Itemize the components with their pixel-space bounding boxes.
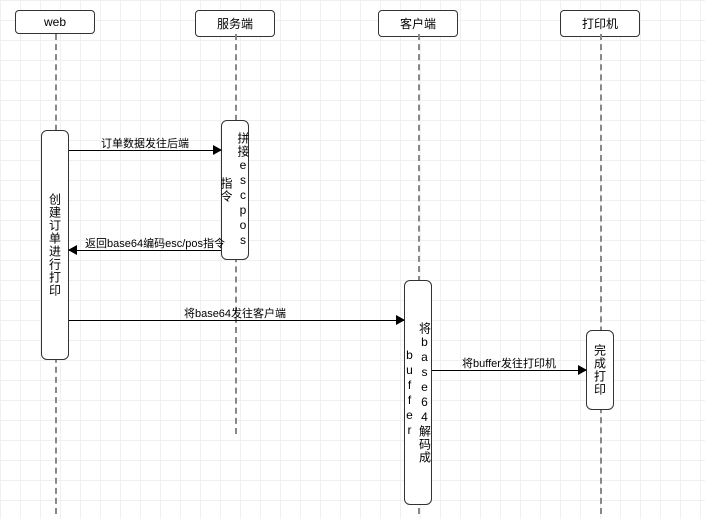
participant-client: 客户端 bbox=[378, 10, 458, 37]
activation-web: 创建订单进行打印 bbox=[41, 130, 69, 360]
message-label: 将buffer发往打印机 bbox=[462, 355, 556, 371]
participant-printer: 打印机 bbox=[560, 10, 640, 37]
lifeline-printer bbox=[600, 34, 602, 514]
activation-server: 拼接escpos指令 bbox=[221, 120, 249, 260]
message-label: 返回base64编码esc/pos指令 bbox=[85, 235, 225, 251]
message-label: 订单数据发往后端 bbox=[101, 135, 189, 151]
activation-label: 完成打印 bbox=[592, 344, 609, 396]
participant-web: web bbox=[15, 10, 95, 34]
participant-label: 客户端 bbox=[400, 17, 436, 31]
activation-label: 将base64解码成buffer bbox=[403, 287, 434, 498]
activation-printer: 完成打印 bbox=[586, 330, 614, 410]
activation-label: 创建订单进行打印 bbox=[47, 193, 64, 297]
message-label: 将base64发往客户端 bbox=[184, 305, 286, 321]
activation-client: 将base64解码成buffer bbox=[404, 280, 432, 505]
participant-label: 打印机 bbox=[582, 17, 618, 31]
participant-label: web bbox=[44, 15, 66, 29]
participant-server: 服务端 bbox=[195, 10, 275, 37]
participant-label: 服务端 bbox=[217, 17, 253, 31]
